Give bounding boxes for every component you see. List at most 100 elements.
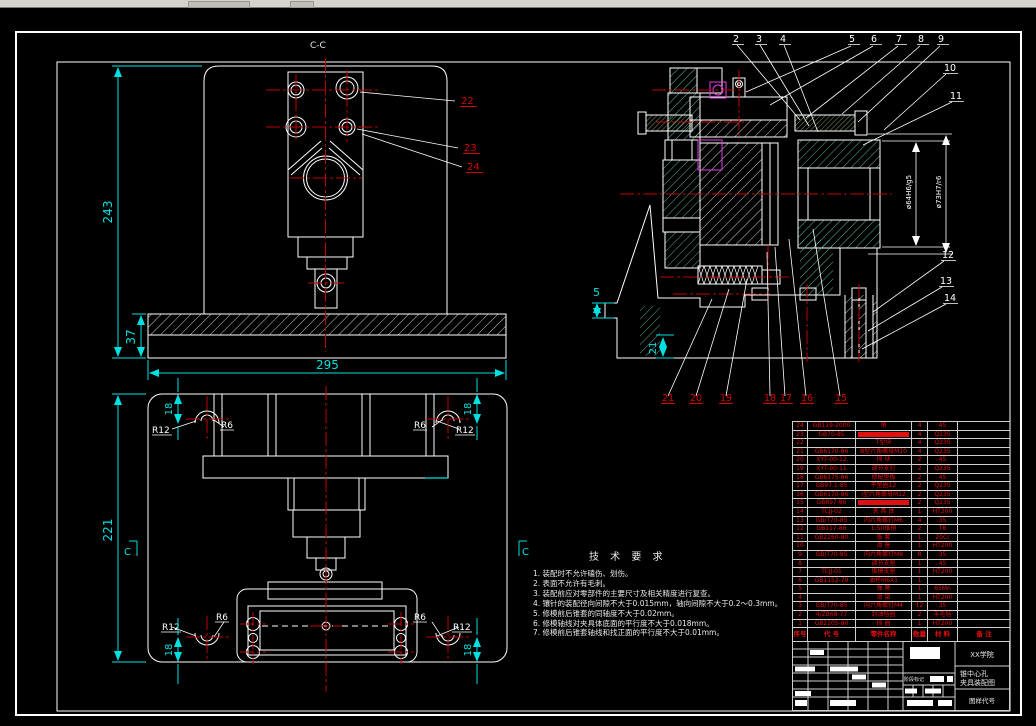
bom-part-name: 内六角螺钉M6 [856,516,912,525]
bom-cell: Q235 [928,447,958,456]
cad-application-window: { "front_view": { "section_label": "C-C"… [0,0,1036,726]
bom-cell: 2 [792,611,808,619]
bom-cell: HT200 [928,568,958,576]
bom-row: 7 TCJJ-01 锥模支座 1 HT200 [792,567,1010,576]
bom-cell: HT200 [928,507,958,516]
bom-row: 23 GB70-85 4 Q235 [792,429,1010,439]
bom-cell [958,517,1010,525]
bom-cell: GB2260-80 [808,533,856,542]
bom-cell: 6 [792,576,808,585]
bom-cell: 35 [928,602,958,611]
tech-requirement-item: 5. 修模前后锥套的同轴度不大于0.02mm。 [533,608,679,618]
dim-5: 5 [593,286,600,299]
balloon-2: 2 [733,34,739,45]
bom-row: 5 弹 簧 1 65Mn [792,584,1010,593]
bom-cell: GB70-85 [808,430,856,439]
bom-part-name: 内六角螺钉M4 [856,602,912,611]
dim-18: 18 [164,644,175,657]
bom-cell [958,620,1010,628]
bom-cell: 19 [792,464,808,473]
balloon-14: 14 [944,293,956,304]
bom-cell: 20 [792,456,808,464]
r12-label: R12 [152,426,170,436]
section-dimensions [592,302,674,359]
balloon-13: 13 [940,276,952,287]
bom-cell: 1 [912,593,928,602]
bom-cell: 4 [912,447,928,456]
bom-cell: Q235 [928,430,958,439]
balloon-6: 6 [871,34,877,45]
top-view-dim-texts: 221 18 18 18 18 C C [101,403,529,657]
bom-cell [958,465,1010,473]
bom-row: 3 GB/T70-85 内六角螺钉M4 12 35 [792,601,1010,611]
bom-row: 17 GB97.1-85 平垫圈12 2 Q235 [792,481,1010,490]
balloon-15: 15 [835,393,847,404]
balloon-19: 19 [720,393,732,404]
tech-requirement-item: 4. 镶针的装配径向间隙不大于0.015mm，轴向间隙不大于0.2～0.3mm。 [533,598,783,608]
bom-cell: HT200 [928,593,958,602]
bom-cell: 22 [792,439,808,447]
balloon-17: 17 [780,393,792,404]
bom-part-name: 挡 圈 [856,619,912,628]
bom-table: 24 GB119-2000 销 4 45 23 GB70-85 4 Q235 22 T型块 4 Q235… [792,421,1010,643]
bom-cell: 2 [912,456,928,464]
bom-cell: 12 [912,602,928,611]
tech-items: 1. 装配时不允许磕伤、划伤。 2. 表面不允许有毛刺。 3. 装配前应对零部件的主… [527,569,812,638]
bom-cell [958,534,1010,542]
bom-cell: 1 [912,542,928,550]
bom-cell [958,611,1010,619]
dim-bore-inner: ø64H6/g5 [905,175,913,209]
bom-row: 20 XYT-00-12 挡 块 2 45 [792,455,1010,464]
bom-row: 14 TCJJ-02 夹 具 体 1 HT200 [792,506,1010,516]
bom-part-name: 1:50锥销 [856,525,912,533]
bom-cell [958,508,1010,516]
section-geometry [604,67,881,359]
section-balloons-red: 21 20 19 18 17 16 15 [661,393,848,404]
bom-cell: 65Mn [928,585,958,593]
bom-cell: 4 [912,430,928,439]
bom-cell: Q235 [928,499,958,507]
bom-cell: 7 [792,568,808,576]
balloon-16: 16 [801,393,813,404]
bom-header-code: 代 号 [808,628,856,642]
tech-requirement-item: 6. 修模轴线对夹具体底面的平行度不大于0.018mm。 [533,618,714,628]
bom-row: 12 GB117-86 1:50锥销 2 T8 [792,524,1010,533]
bom-cell: 5 [792,585,808,593]
bom-cell [958,551,1010,559]
bom-cell: GB6170-86 [808,447,856,456]
r6-label: R6 [221,421,233,431]
balloon-18: 18 [764,393,776,404]
tech-requirement-item: 3. 装配前应对零部件的主要尺寸及相关精度进行复查。 [533,588,716,598]
bom-cell: XYT-00-12 [808,456,856,464]
balloon-10: 10 [944,63,956,74]
tech-requirement-item: 2. 表面不允许有毛刺。 [533,578,611,588]
bom-part-name: 锥 套 [856,533,912,542]
bom-cell: 45 [928,473,958,482]
bom-row: 16 GB6170-86 Ⅰ型六角螺母M12 2 Q235 [792,489,1010,499]
bom-part-name: 销 [856,422,912,430]
bom-part-name: T型块 [856,439,912,447]
top-view-r-labels: R12 R6 R6 R12 R12 R6 R6 R12 [152,421,475,633]
bom-cell: 20Cr [928,533,958,542]
bom-header-note: 备 注 [976,630,992,639]
bom-cell [958,560,1010,568]
bom-cell: GB/T70-85 [808,602,856,611]
front-view-balloons: 22 23 24 [460,96,483,173]
bom-cell: 14 [792,507,808,516]
dim-221: 221 [101,519,115,542]
bom-cell [958,585,1010,593]
bom-cell: 8 [792,559,808,568]
bom-cell: GB119-2000 [808,422,856,430]
bom-cell: GB/T70-85 [808,516,856,525]
dim-18: 18 [463,644,474,657]
bom-cell [958,499,1010,507]
bom-header-row: 序号 代 号 零件名称 数量 材 料 备 注 [792,627,1010,643]
bom-cell [808,593,856,602]
bom-row: 15 GB897-86 2 Q235 [792,498,1010,507]
bom-cell [958,448,1010,456]
bom-part-name: 锥模支座 [856,568,912,576]
bom-cell: GB6170-86 [808,490,856,499]
front-view-leaders [356,91,463,168]
bom-cell: Q235 [928,490,958,499]
section-label-cc: C-C [310,41,326,51]
